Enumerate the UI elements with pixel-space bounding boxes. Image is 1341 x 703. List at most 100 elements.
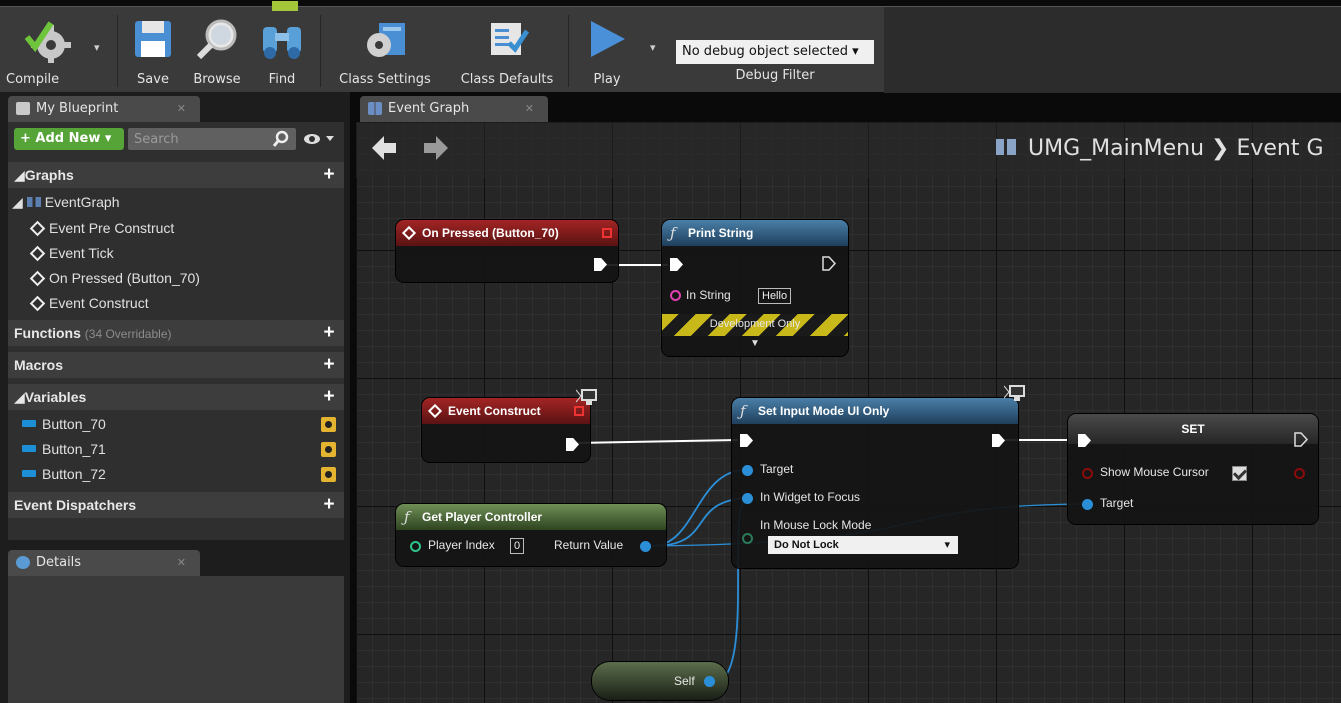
debug-object-select[interactable]: No debug object selected ▾ bbox=[676, 40, 874, 64]
node-header: ƒ Get Player Controller bbox=[396, 504, 666, 530]
play-options-arrow[interactable]: ▾ bbox=[650, 41, 656, 54]
in-widget-to-focus-label: In Widget to Focus bbox=[760, 490, 861, 504]
delegate-pin[interactable] bbox=[574, 406, 584, 416]
save-button[interactable]: Save bbox=[124, 11, 182, 91]
exec-output-pin[interactable] bbox=[992, 434, 1005, 447]
add-new-button[interactable]: + Add New ▾ bbox=[14, 128, 124, 150]
play-button[interactable]: Play bbox=[572, 11, 642, 91]
search-icon[interactable] bbox=[272, 130, 290, 148]
variables-section[interactable]: ◢Variables + bbox=[8, 384, 344, 410]
node-title: Event Construct bbox=[448, 404, 541, 418]
bool-output-pin[interactable] bbox=[1294, 468, 1305, 479]
show-mouse-cursor-label: Show Mouse Cursor bbox=[1100, 465, 1209, 479]
eye-icon[interactable] bbox=[304, 132, 336, 146]
exec-output-pin[interactable] bbox=[1294, 432, 1308, 447]
class-defaults-button[interactable]: Class Defaults bbox=[450, 11, 564, 91]
list-item[interactable]: On Pressed (Button_70) bbox=[8, 266, 344, 291]
tab-my-blueprint[interactable]: My Blueprint ✕ bbox=[8, 96, 200, 122]
get-player-controller-node[interactable]: ƒ Get Player Controller Player Index 0 Re… bbox=[396, 504, 666, 566]
mouse-lock-mode-select[interactable]: Do Not Lock ▾ bbox=[768, 536, 958, 554]
in-string-label: In String bbox=[686, 288, 731, 302]
set-input-mode-node[interactable]: ƒ Set Input Mode UI Only Target In Widget… bbox=[732, 398, 1018, 568]
enum-input-pin[interactable] bbox=[742, 533, 753, 544]
graphs-section[interactable]: ◢Graphs + bbox=[8, 162, 344, 188]
node-header: SET bbox=[1068, 414, 1318, 444]
tab-label: Event Graph bbox=[388, 101, 470, 116]
print-string-node[interactable]: ƒ Print String In String Hello Developmen… bbox=[662, 220, 848, 356]
object-input-pin[interactable] bbox=[742, 465, 753, 476]
exec-input-pin[interactable] bbox=[670, 258, 683, 271]
compile-options-arrow[interactable]: ▾ bbox=[94, 41, 100, 54]
visibility-eye-icon[interactable] bbox=[321, 467, 336, 482]
browse-button[interactable]: Browse bbox=[186, 11, 248, 91]
on-pressed-node[interactable]: On Pressed (Button_70) bbox=[396, 220, 618, 282]
in-string-field[interactable]: Hello bbox=[758, 288, 792, 304]
graph-icon bbox=[26, 197, 41, 207]
sidebar-item-eventgraph[interactable]: ◢ EventGraph bbox=[8, 190, 344, 215]
plus-icon[interactable]: + bbox=[320, 323, 338, 342]
event-graph-canvas[interactable]: UMG_MainMenu ❯ Event G On Pressed (Butto… bbox=[356, 122, 1341, 703]
browse-label: Browse bbox=[193, 72, 241, 87]
graphs-title: Graphs bbox=[24, 167, 74, 183]
list-item[interactable]: Button_71 bbox=[8, 437, 344, 462]
visibility-eye-icon[interactable] bbox=[321, 417, 336, 432]
event-dispatchers-section[interactable]: Event Dispatchers + bbox=[8, 492, 344, 518]
functions-count: (34 Overridable) bbox=[84, 327, 172, 341]
expand-arrow-icon[interactable]: ▼ bbox=[750, 338, 760, 349]
toolbar-separator bbox=[568, 15, 569, 87]
close-icon[interactable]: ✕ bbox=[177, 96, 186, 122]
int-input-pin[interactable] bbox=[410, 541, 421, 552]
functions-section[interactable]: Functions (34 Overridable) + bbox=[8, 320, 344, 346]
debug-filter-label: Debug Filter bbox=[735, 68, 815, 83]
string-input-pin[interactable] bbox=[670, 290, 681, 301]
search-input[interactable] bbox=[128, 128, 296, 150]
object-input-pin[interactable] bbox=[742, 493, 753, 504]
plus-icon[interactable]: + bbox=[320, 355, 338, 374]
close-icon[interactable]: ✕ bbox=[177, 550, 186, 576]
node-header: Event Construct bbox=[422, 398, 590, 424]
event-label: Event Construct bbox=[49, 295, 149, 311]
plus-icon[interactable]: + bbox=[320, 387, 338, 406]
self-node[interactable]: Self bbox=[592, 662, 728, 700]
browse-icon bbox=[196, 19, 237, 60]
plus-icon[interactable]: + bbox=[320, 495, 338, 514]
bool-input-pin[interactable] bbox=[1082, 468, 1093, 479]
event-construct-node[interactable]: Event Construct bbox=[422, 398, 590, 462]
tab-event-graph[interactable]: Event Graph ✕ bbox=[360, 96, 548, 122]
set-node[interactable]: SET Show Mouse Cursor Target bbox=[1068, 414, 1318, 524]
class-settings-button[interactable]: Class Settings bbox=[330, 11, 440, 91]
variable-label: Button_72 bbox=[42, 466, 106, 482]
variable-label: Button_70 bbox=[42, 416, 106, 432]
object-output-pin[interactable] bbox=[704, 676, 715, 687]
exec-output-pin[interactable] bbox=[822, 256, 836, 271]
object-input-pin[interactable] bbox=[1082, 499, 1093, 510]
list-item[interactable]: Event Tick bbox=[8, 241, 344, 266]
plus-icon[interactable]: + bbox=[320, 165, 338, 184]
compile-button[interactable]: Compile bbox=[4, 11, 92, 91]
compile-label: Compile bbox=[6, 72, 60, 87]
list-item[interactable]: Event Construct bbox=[8, 291, 344, 316]
tab-details[interactable]: Details ✕ bbox=[8, 550, 200, 576]
list-item[interactable]: Button_70 bbox=[8, 412, 344, 437]
class-defaults-label: Class Defaults bbox=[460, 72, 554, 87]
list-item[interactable]: Button_72 bbox=[8, 462, 344, 487]
close-icon[interactable]: ✕ bbox=[525, 96, 534, 122]
list-item[interactable]: Event Pre Construct bbox=[8, 216, 344, 241]
find-label: Find bbox=[268, 72, 296, 87]
object-output-pin[interactable] bbox=[640, 541, 651, 552]
find-button[interactable]: Find bbox=[252, 11, 312, 91]
class-defaults-icon bbox=[491, 23, 529, 55]
exec-output-pin[interactable] bbox=[566, 438, 579, 451]
player-index-field[interactable]: 0 bbox=[510, 538, 525, 554]
show-mouse-cursor-checkbox[interactable] bbox=[1232, 466, 1247, 481]
delegate-pin[interactable] bbox=[602, 228, 612, 238]
visibility-eye-icon[interactable] bbox=[321, 442, 336, 457]
chevron-down-icon: ▾ bbox=[104, 131, 112, 146]
exec-output-pin[interactable] bbox=[594, 258, 607, 271]
return-value-label: Return Value bbox=[554, 538, 624, 552]
macros-section[interactable]: Macros + bbox=[8, 352, 344, 378]
function-icon: ƒ bbox=[740, 402, 746, 420]
function-icon: ƒ bbox=[670, 224, 676, 242]
exec-input-pin[interactable] bbox=[740, 434, 753, 447]
node-header: ƒ Print String bbox=[662, 220, 848, 246]
